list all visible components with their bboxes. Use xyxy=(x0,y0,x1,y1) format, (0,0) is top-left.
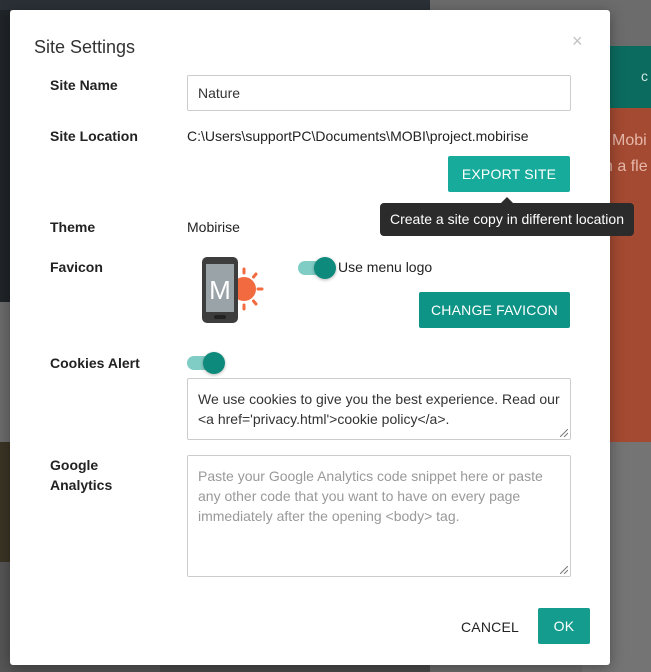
google-analytics-placeholder: Paste your Google Analytics code snippet… xyxy=(198,468,543,524)
cookies-alert-text: We use cookies to give you the best expe… xyxy=(198,391,560,427)
toggle-knob xyxy=(203,352,225,374)
favicon-label: Favicon xyxy=(50,259,103,275)
site-name-label: Site Name xyxy=(50,77,118,93)
close-icon[interactable]: × xyxy=(572,32,583,50)
background-orange-text-2: h a fle xyxy=(604,158,648,175)
export-site-button[interactable]: EXPORT SITE xyxy=(448,156,570,192)
resize-handle-icon[interactable] xyxy=(560,429,568,437)
change-favicon-button[interactable]: CHANGE FAVICON xyxy=(419,292,570,328)
theme-label: Theme xyxy=(50,219,96,235)
favicon-image: M xyxy=(202,257,264,323)
google-analytics-textarea[interactable]: Paste your Google Analytics code snippet… xyxy=(187,455,571,577)
cookies-alert-label: Cookies Alert xyxy=(50,355,140,371)
export-site-tooltip: Create a site copy in different location xyxy=(380,197,634,236)
cookies-alert-toggle[interactable] xyxy=(187,352,225,374)
resize-handle-icon[interactable] xyxy=(560,566,568,574)
cookies-alert-textarea[interactable]: We use cookies to give you the best expe… xyxy=(187,378,571,440)
background-orange-text-1: Mobi xyxy=(612,132,647,149)
theme-value: Mobirise xyxy=(187,219,240,235)
site-location-path: C:\Users\supportPC\Documents\MOBI\projec… xyxy=(187,128,529,144)
site-settings-dialog: Site Settings × Site Name Nature Site Lo… xyxy=(10,10,634,665)
use-menu-logo-label: Use menu logo xyxy=(338,259,433,275)
favicon-letter: M xyxy=(209,275,231,305)
background-block-dark xyxy=(0,10,10,302)
background-block-photo xyxy=(0,442,10,562)
cancel-button[interactable]: CANCEL xyxy=(450,610,530,644)
site-name-input[interactable]: Nature xyxy=(187,75,571,111)
google-analytics-label: Google Analytics xyxy=(50,457,113,493)
ok-button[interactable]: OK xyxy=(538,608,590,644)
background-topbar xyxy=(0,0,430,10)
background-block-grey xyxy=(0,302,10,442)
dialog-title: Site Settings xyxy=(34,37,136,57)
toggle-knob xyxy=(314,257,336,279)
background-teal-text: c xyxy=(641,68,648,84)
use-menu-logo-toggle[interactable] xyxy=(298,257,336,279)
site-location-label: Site Location xyxy=(50,128,138,144)
